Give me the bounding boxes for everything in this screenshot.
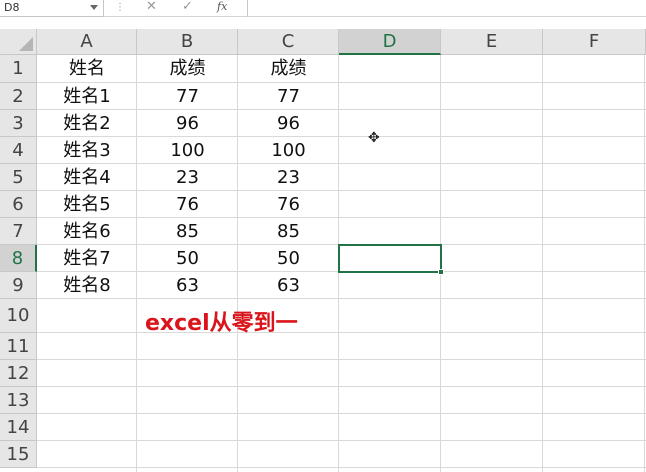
row-header-10[interactable]: 10 [0, 299, 37, 333]
cell-c5[interactable]: 23 [238, 164, 339, 191]
row-header-12[interactable]: 12 [0, 360, 37, 387]
cell-b6[interactable]: 76 [137, 191, 238, 218]
column-header-d[interactable]: D [339, 29, 441, 55]
row-header-5[interactable]: 5 [0, 164, 37, 191]
spreadsheet-grid[interactable]: A B C D E F 1 2 3 4 5 6 7 8 9 10 11 12 13 14 15 姓名 成绩 成绩 姓名1 77 77… [0, 29, 646, 472]
row-header-1[interactable]: 1 [0, 55, 37, 83]
cell-a5[interactable]: 姓名4 [37, 164, 137, 191]
cell-b5[interactable]: 23 [137, 164, 238, 191]
cell-b4[interactable]: 100 [137, 137, 238, 164]
chevron-down-icon[interactable] [90, 5, 98, 10]
row-header-4[interactable]: 4 [0, 137, 37, 164]
name-box[interactable]: D8 [0, 0, 104, 17]
cell-c9[interactable]: 63 [238, 272, 339, 299]
cell-c3[interactable]: 96 [238, 110, 339, 137]
select-all-icon [19, 37, 33, 51]
drag-handle-icon[interactable]: ⋮ [115, 3, 125, 13]
row-header-13[interactable]: 13 [0, 387, 37, 414]
cell-a3[interactable]: 姓名2 [37, 110, 137, 137]
gridline-horizontal [37, 359, 646, 360]
cell-a8[interactable]: 姓名7 [37, 245, 137, 272]
gridline-horizontal [37, 332, 646, 333]
gridline-horizontal [37, 386, 646, 387]
gridline-vertical [644, 55, 645, 472]
gridline-horizontal [37, 467, 646, 468]
cell-a7[interactable]: 姓名6 [37, 218, 137, 245]
cell-b2[interactable]: 77 [137, 83, 238, 110]
move-cursor-icon: ✥ [368, 130, 380, 146]
cell-c4[interactable]: 100 [238, 137, 339, 164]
row-header-6[interactable]: 6 [0, 191, 37, 218]
cell-b3[interactable]: 96 [137, 110, 238, 137]
gridline-horizontal [37, 413, 646, 414]
enter-icon[interactable]: ✓ [182, 0, 193, 14]
cell-b9[interactable]: 63 [137, 272, 238, 299]
gridline-vertical [542, 55, 543, 472]
ribbon-gap [0, 17, 646, 29]
cell-a6[interactable]: 姓名5 [37, 191, 137, 218]
formula-input[interactable] [247, 0, 646, 17]
column-header-c[interactable]: C [238, 29, 339, 55]
column-header-b[interactable]: B [137, 29, 238, 55]
column-header-a[interactable]: A [37, 29, 137, 55]
cell-a4[interactable]: 姓名3 [37, 137, 137, 164]
fill-handle[interactable] [438, 269, 444, 275]
insert-function-icon[interactable]: fx [217, 0, 227, 14]
cell-c1[interactable]: 成绩 [238, 55, 339, 83]
cancel-icon[interactable]: ✕ [146, 0, 157, 14]
row-header-3[interactable]: 3 [0, 110, 37, 137]
select-all-button[interactable] [0, 29, 37, 55]
formula-bar: D8 ⋮ ✕ ✓ fx [0, 0, 646, 17]
name-box-value: D8 [4, 1, 20, 14]
row-header-15[interactable]: 15 [0, 441, 37, 468]
cell-a9[interactable]: 姓名8 [37, 272, 137, 299]
cell-b8[interactable]: 50 [137, 245, 238, 272]
annotation-text: excel从零到一 [145, 311, 298, 336]
cell-a2[interactable]: 姓名1 [37, 83, 137, 110]
cell-c8[interactable]: 50 [238, 245, 339, 272]
row-header-14[interactable]: 14 [0, 414, 37, 441]
gridline-horizontal [37, 440, 646, 441]
active-cell-selection[interactable] [338, 244, 442, 273]
cell-a1[interactable]: 姓名 [37, 55, 137, 83]
cell-b1[interactable]: 成绩 [137, 55, 238, 83]
row-header-11[interactable]: 11 [0, 333, 37, 360]
column-header-e[interactable]: E [441, 29, 543, 55]
cell-c2[interactable]: 77 [238, 83, 339, 110]
cell-c6[interactable]: 76 [238, 191, 339, 218]
row-header-9[interactable]: 9 [0, 272, 37, 299]
cell-c7[interactable]: 85 [238, 218, 339, 245]
column-header-f[interactable]: F [543, 29, 646, 55]
cell-b7[interactable]: 85 [137, 218, 238, 245]
row-header-7[interactable]: 7 [0, 218, 37, 245]
row-header-8[interactable]: 8 [0, 245, 37, 272]
row-header-2[interactable]: 2 [0, 83, 37, 110]
